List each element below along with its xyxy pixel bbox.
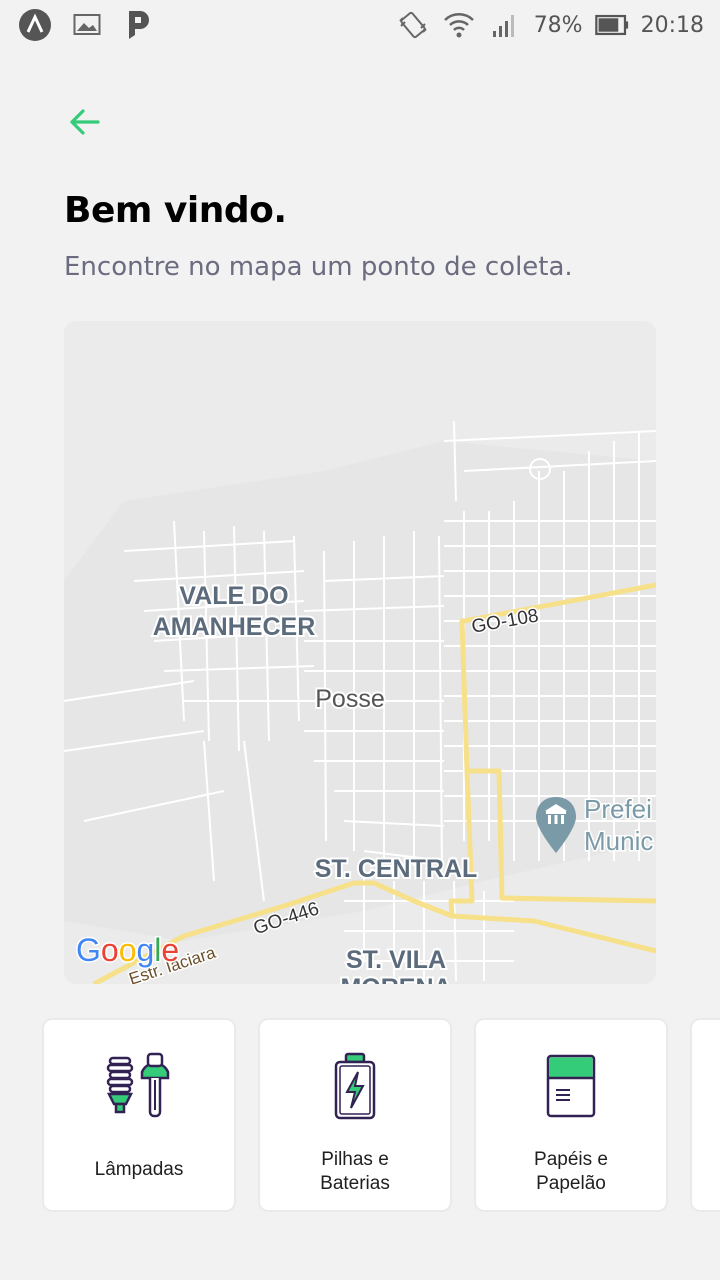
map-canvas[interactable]: VALE DO AMANHECER ST. CENTRAL ST. VILA M… (64, 321, 656, 984)
map-label-st-central: ST. CENTRAL (315, 855, 478, 883)
battery-icon (334, 1052, 376, 1120)
battery-icon (594, 8, 629, 42)
item-partial[interactable] (690, 1018, 720, 1212)
item-pilhas-baterias[interactable]: Pilhas e Baterias (258, 1018, 452, 1212)
item-label-line: Papelão (536, 1173, 606, 1194)
paper-icon (546, 1054, 596, 1118)
app-a-icon (18, 8, 52, 42)
parking-app-icon (122, 8, 156, 42)
map-label-morena: MORENA (340, 974, 451, 984)
arrow-left-icon (70, 109, 100, 135)
item-label-line: Papéis e (534, 1149, 608, 1170)
map-label-vale: VALE DO (179, 582, 288, 610)
clock: 20:18 (640, 12, 704, 38)
google-logo-text: Google (76, 932, 179, 968)
item-label: Pilhas e Baterias (270, 1148, 440, 1196)
back-button[interactable] (62, 100, 106, 144)
map-label-amanhecer: AMANHECER (153, 613, 316, 641)
item-lampadas[interactable]: Lâmpadas (42, 1018, 236, 1212)
item-papeis-papelao[interactable]: Papéis e Papelão (474, 1018, 668, 1212)
item-label: Papéis e Papelão (486, 1148, 656, 1196)
signal-icon (488, 8, 522, 42)
vibrate-icon (396, 8, 430, 42)
status-bar: 78% 20:18 (0, 0, 720, 50)
items-list[interactable]: Lâmpadas Pilhas e Baterias Papéis e Pape… (42, 1018, 720, 1214)
item-label-line: Baterias (320, 1173, 390, 1194)
wifi-icon (442, 8, 476, 42)
map-label-posse: Posse (315, 685, 384, 713)
item-label-line: Pilhas e (321, 1149, 389, 1170)
google-logo: Google (75, 931, 181, 970)
battery-percent: 78% (533, 12, 583, 38)
page-subtitle: Encontre no mapa um ponto de coleta. (64, 252, 573, 282)
map-label-prefeitura-1: Prefei (584, 794, 652, 824)
map-label-st-vila: ST. VILA (346, 946, 446, 974)
map-label-prefeitura-2: Munic (584, 826, 653, 856)
image-icon (70, 8, 104, 42)
lamp-icon (106, 1052, 170, 1118)
item-label: Lâmpadas (94, 1159, 184, 1180)
page-title: Bem vindo. (64, 190, 287, 231)
map-view[interactable]: VALE DO AMANHECER ST. CENTRAL ST. VILA M… (64, 321, 656, 984)
